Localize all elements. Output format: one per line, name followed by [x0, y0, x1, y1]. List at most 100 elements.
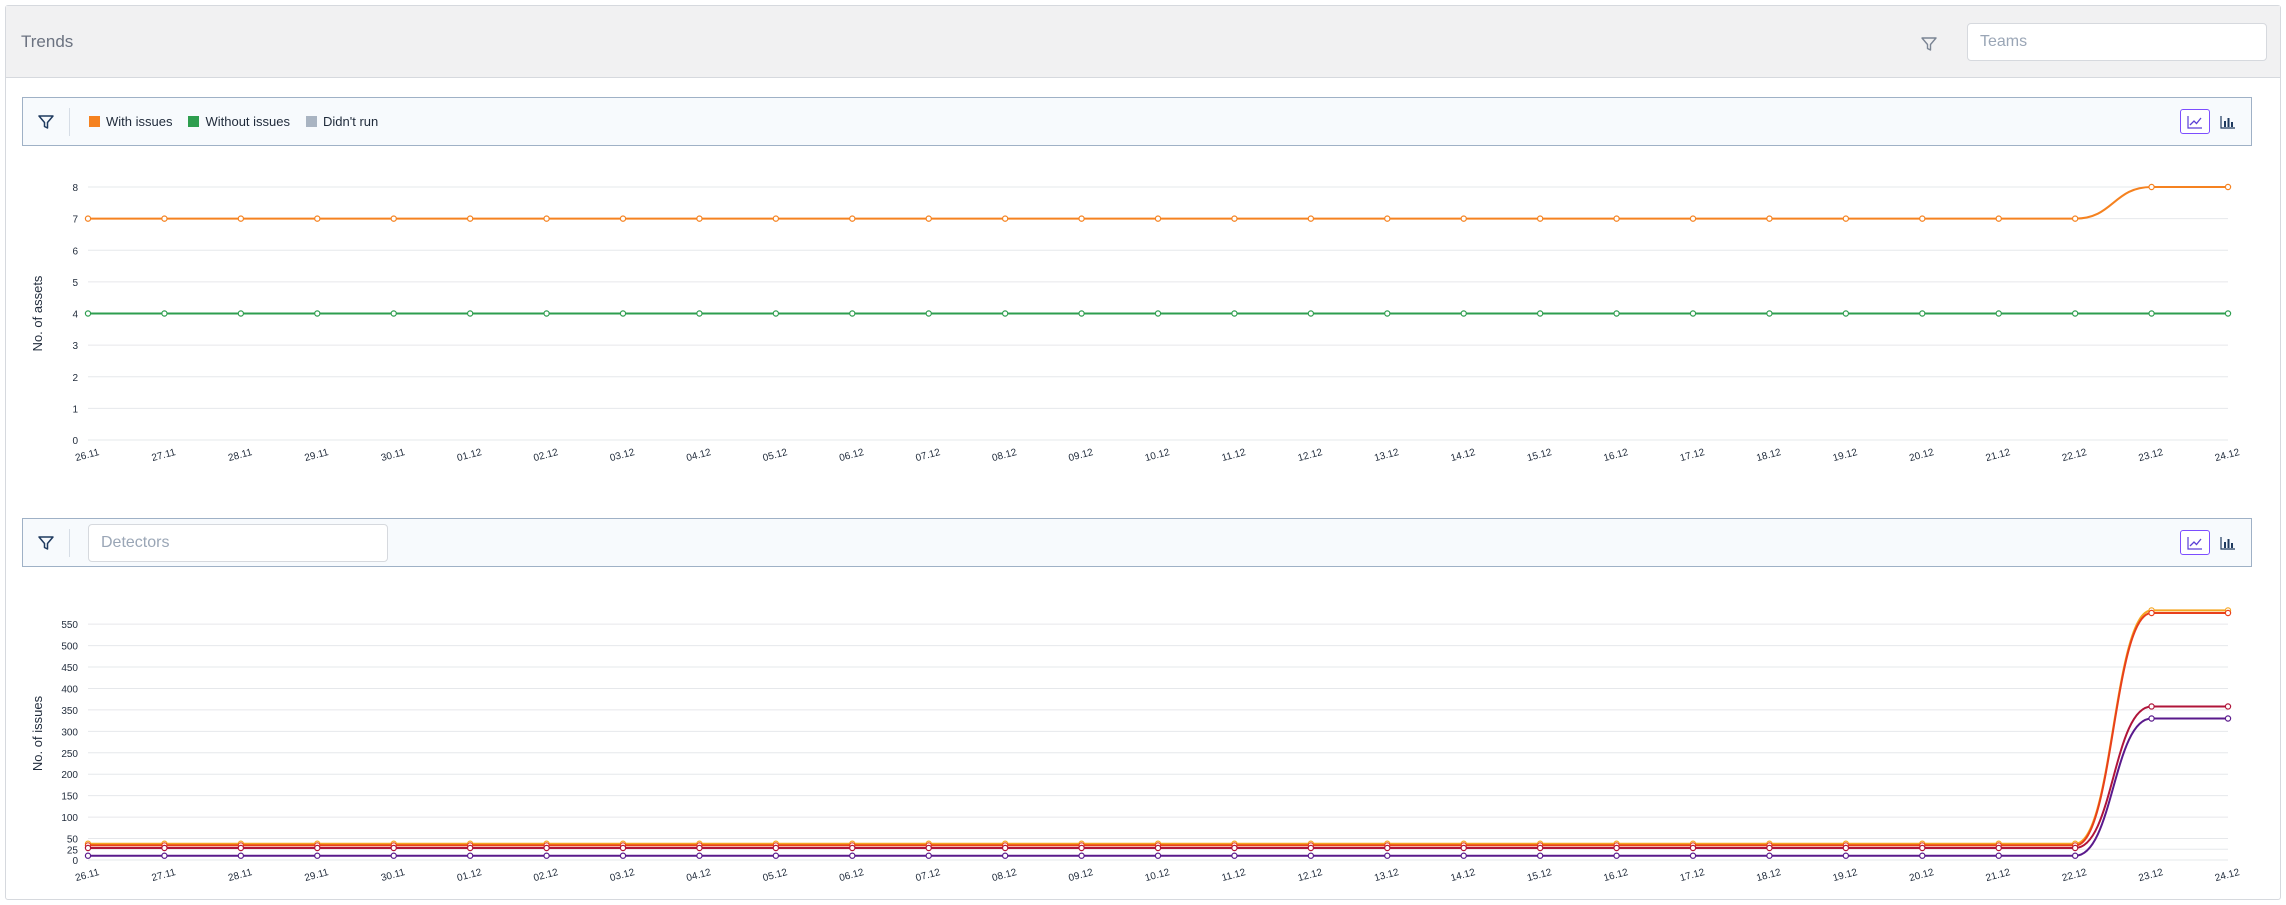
- data-point[interactable]: [1231, 310, 1238, 317]
- data-point[interactable]: [2148, 715, 2155, 722]
- data-point[interactable]: [2071, 844, 2079, 852]
- filter-icon[interactable]: [37, 534, 55, 552]
- data-point[interactable]: [1689, 215, 1697, 222]
- data-point[interactable]: [925, 310, 932, 317]
- data-point[interactable]: [1307, 844, 1315, 852]
- data-point[interactable]: [1613, 215, 1620, 222]
- data-point[interactable]: [1919, 852, 1926, 859]
- data-point[interactable]: [161, 844, 168, 852]
- data-point[interactable]: [1766, 844, 1773, 852]
- data-point[interactable]: [1842, 310, 1850, 317]
- data-point[interactable]: [1078, 852, 1085, 859]
- data-point[interactable]: [1001, 310, 1009, 317]
- data-point[interactable]: [2148, 703, 2155, 710]
- data-point[interactable]: [543, 844, 550, 852]
- data-point[interactable]: [1078, 215, 1085, 222]
- data-point[interactable]: [1384, 215, 1391, 222]
- data-point[interactable]: [925, 215, 932, 222]
- data-point[interactable]: [1536, 215, 1544, 222]
- data-point[interactable]: [1460, 215, 1467, 222]
- data-point[interactable]: [772, 310, 780, 317]
- data-point[interactable]: [314, 852, 321, 859]
- data-point[interactable]: [84, 215, 92, 222]
- data-point[interactable]: [1995, 844, 2002, 852]
- data-point[interactable]: [2071, 215, 2079, 222]
- data-point[interactable]: [1689, 852, 1697, 859]
- data-point[interactable]: [1842, 844, 1850, 852]
- data-point[interactable]: [1001, 844, 1009, 852]
- data-point[interactable]: [84, 852, 92, 859]
- data-point[interactable]: [849, 215, 856, 222]
- data-point[interactable]: [1613, 852, 1620, 859]
- data-point[interactable]: [619, 215, 627, 222]
- data-point[interactable]: [1078, 844, 1085, 852]
- data-point[interactable]: [619, 844, 627, 852]
- data-point[interactable]: [1231, 852, 1238, 859]
- data-point[interactable]: [1384, 310, 1391, 317]
- data-point[interactable]: [2148, 183, 2155, 191]
- data-point[interactable]: [2071, 310, 2079, 317]
- data-point[interactable]: [1766, 310, 1773, 317]
- bar-view-button[interactable]: [2213, 530, 2243, 555]
- data-point[interactable]: [619, 310, 627, 317]
- data-point[interactable]: [466, 852, 474, 859]
- data-point[interactable]: [2148, 609, 2155, 617]
- data-point[interactable]: [849, 310, 856, 317]
- data-point[interactable]: [1154, 215, 1162, 222]
- bar-view-button[interactable]: [2213, 109, 2243, 134]
- data-point[interactable]: [849, 852, 856, 859]
- data-point[interactable]: [772, 852, 780, 859]
- filter-icon[interactable]: [37, 113, 55, 131]
- data-point[interactable]: [1307, 310, 1315, 317]
- data-point[interactable]: [1231, 215, 1238, 222]
- data-point[interactable]: [314, 215, 321, 222]
- data-point[interactable]: [390, 844, 397, 852]
- data-point[interactable]: [1154, 310, 1162, 317]
- data-point[interactable]: [1842, 215, 1850, 222]
- data-point[interactable]: [390, 852, 397, 859]
- data-point[interactable]: [696, 215, 703, 222]
- filter-icon[interactable]: [1920, 35, 1938, 53]
- data-point[interactable]: [772, 844, 780, 852]
- data-point[interactable]: [696, 844, 703, 852]
- data-point[interactable]: [1384, 852, 1391, 859]
- detectors-search-input[interactable]: [88, 524, 388, 562]
- legend-item-with-issues[interactable]: With issues: [89, 114, 172, 129]
- data-point[interactable]: [543, 852, 550, 859]
- data-point[interactable]: [1919, 844, 1926, 852]
- data-point[interactable]: [925, 852, 932, 859]
- data-point[interactable]: [237, 310, 245, 317]
- data-point[interactable]: [543, 215, 550, 222]
- data-point[interactable]: [466, 844, 474, 852]
- data-point[interactable]: [1460, 310, 1467, 317]
- data-point[interactable]: [466, 310, 474, 317]
- teams-search-input[interactable]: [1967, 23, 2267, 61]
- data-point[interactable]: [619, 852, 627, 859]
- data-point[interactable]: [1919, 215, 1926, 222]
- data-point[interactable]: [390, 215, 397, 222]
- data-point[interactable]: [1919, 310, 1926, 317]
- data-point[interactable]: [1613, 310, 1620, 317]
- data-point[interactable]: [390, 310, 397, 317]
- data-point[interactable]: [1460, 852, 1467, 859]
- data-point[interactable]: [2224, 703, 2232, 710]
- data-point[interactable]: [1078, 310, 1085, 317]
- line-view-button[interactable]: [2180, 530, 2210, 555]
- data-point[interactable]: [925, 844, 932, 852]
- data-point[interactable]: [2224, 609, 2232, 617]
- data-point[interactable]: [314, 844, 321, 852]
- data-point[interactable]: [161, 215, 168, 222]
- line-view-button[interactable]: [2180, 109, 2210, 134]
- data-point[interactable]: [1231, 844, 1238, 852]
- data-point[interactable]: [772, 215, 780, 222]
- data-point[interactable]: [84, 844, 92, 852]
- data-point[interactable]: [1001, 852, 1009, 859]
- data-point[interactable]: [1001, 215, 1009, 222]
- data-point[interactable]: [1995, 215, 2002, 222]
- data-point[interactable]: [2071, 852, 2079, 859]
- data-point[interactable]: [1995, 310, 2002, 317]
- data-point[interactable]: [1460, 844, 1467, 852]
- data-point[interactable]: [2148, 310, 2155, 317]
- data-point[interactable]: [84, 310, 92, 317]
- data-point[interactable]: [161, 310, 168, 317]
